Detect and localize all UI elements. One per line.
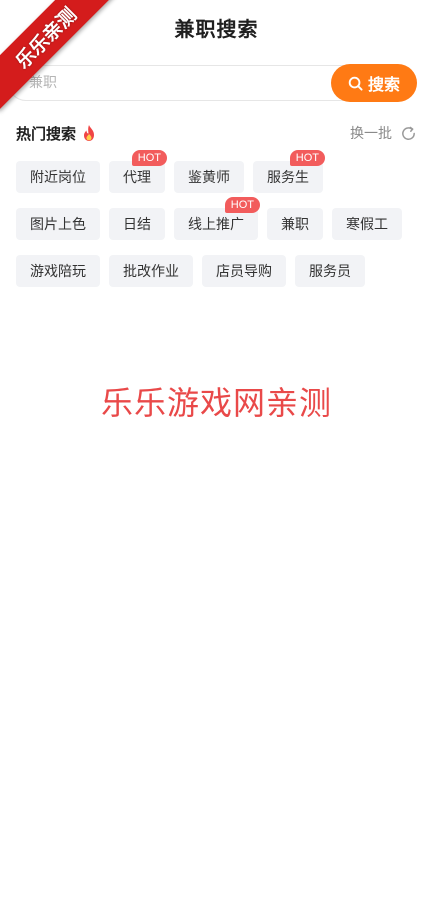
hot-search-title: 热门搜索 [16, 124, 77, 143]
hot-tag-label: 线上推广 [188, 217, 244, 233]
hot-tag-label: 附近岗位 [30, 170, 86, 186]
hot-tag[interactable]: 店员导购 [202, 255, 286, 287]
refresh-button[interactable]: 换一批 [350, 123, 417, 143]
hot-tag-label: 服务员 [309, 264, 351, 280]
hot-search-header: 热门搜索 换一批 [16, 120, 417, 146]
fire-icon [81, 124, 97, 142]
search-button[interactable]: 搜索 [331, 64, 417, 102]
tag-row: 图片上色 日结 线上推广 HOT 兼职 寒假工 [16, 197, 420, 240]
hot-tag[interactable]: 服务员 [295, 255, 365, 287]
hot-tag[interactable]: 附近岗位 [16, 161, 100, 193]
hot-tag-label: 寒假工 [346, 217, 388, 233]
search-bar: 搜索 [8, 64, 417, 102]
hot-tag-label: 批改作业 [123, 264, 179, 280]
hot-badge: HOT [224, 197, 260, 213]
hot-tag-label: 服务生 [267, 170, 309, 186]
hot-tag-label: 游戏陪玩 [30, 264, 86, 280]
hot-tag[interactable]: 批改作业 [109, 255, 193, 287]
hot-tag-label: 代理 [123, 170, 151, 186]
refresh-icon [400, 125, 417, 142]
tag-row: 游戏陪玩 批改作业 店员导购 服务员 [16, 255, 420, 287]
hot-tag-label: 店员导购 [216, 264, 272, 280]
hot-tag[interactable]: 兼职 [267, 208, 323, 240]
hot-tag[interactable]: 服务生 HOT [253, 150, 325, 193]
hot-tag-label: 鉴黄师 [188, 170, 230, 186]
hot-tag-label: 日结 [123, 217, 151, 233]
hot-tag[interactable]: 图片上色 [16, 208, 100, 240]
hot-tag[interactable]: 代理 HOT [109, 150, 167, 193]
refresh-label: 换一批 [350, 126, 392, 142]
tag-row: 附近岗位 代理 HOT 鉴黄师 服务生 HOT [16, 150, 420, 193]
hot-tag-label: 图片上色 [30, 217, 86, 233]
search-input[interactable] [27, 74, 311, 92]
hot-tag[interactable]: 日结 [109, 208, 165, 240]
page-title: 兼职搜索 [174, 16, 259, 41]
search-button-label: 搜索 [367, 75, 400, 94]
hot-tag[interactable]: 游戏陪玩 [16, 255, 100, 287]
hot-tag[interactable]: 鉴黄师 [174, 161, 244, 193]
watermark-text: 乐乐游戏网亲测 [100, 384, 332, 422]
hot-badge: HOT [131, 150, 167, 166]
search-icon [348, 76, 363, 91]
hot-badge: HOT [289, 150, 325, 166]
hot-tags: 附近岗位 代理 HOT 鉴黄师 服务生 HOT 图片上色 日结 线上推广 HOT 兼职 寒假工游戏陪玩… [16, 150, 420, 302]
hot-search-title-group: 热门搜索 [16, 123, 97, 144]
hot-tag-label: 兼职 [281, 217, 309, 233]
hot-tag[interactable]: 寒假工 [332, 208, 402, 240]
hot-tag[interactable]: 线上推广 HOT [174, 197, 260, 240]
